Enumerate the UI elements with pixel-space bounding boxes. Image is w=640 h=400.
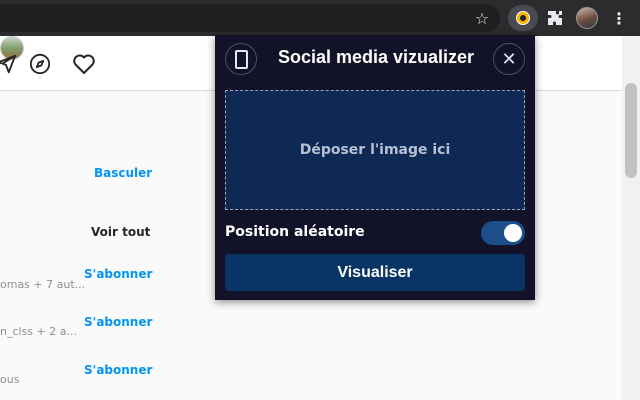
scrollbar-thumb[interactable] [625,83,637,178]
eye-icon [516,11,530,25]
avatar [576,7,598,29]
suggestion-subtitle: n_clss + 2 a... [0,325,77,338]
follow-button[interactable]: S'abonner [84,315,152,329]
follow-button[interactable]: S'abonner [84,363,152,377]
heart-icon[interactable] [72,52,96,76]
puzzle-icon[interactable] [542,5,568,31]
see-all-link[interactable]: Voir tout [91,225,150,239]
random-position-toggle[interactable] [481,221,525,245]
switch-account-link[interactable]: Basculer [94,166,152,180]
dropzone-label: Déposer l'image ici [299,142,451,158]
suggestion-subtitle: ous [0,373,20,386]
random-position-label: Position aléatoire [225,224,365,240]
close-icon: ✕ [501,48,517,70]
follow-button[interactable]: S'abonner [84,267,152,281]
send-icon[interactable] [0,52,18,76]
compass-shape [29,53,51,75]
browser-toolbar: ☆ ⋮ [0,0,640,36]
compass-icon[interactable] [28,52,52,76]
phone-icon [234,49,248,69]
extension-eye-icon[interactable] [508,5,538,31]
address-bar[interactable] [0,4,500,32]
browser-profile-avatar[interactable] [574,5,600,31]
image-dropzone[interactable]: Déposer l'image ici [225,90,525,210]
toggle-knob [504,224,522,242]
menu-dots-icon[interactable]: ⋮ [606,5,632,31]
phone-preview-button[interactable] [225,43,257,75]
puzzle-shape [548,11,562,25]
heart-shape [73,54,95,74]
extension-popup: Social media vizualizer ✕ Déposer l'imag… [215,35,535,300]
page-scrollbar[interactable] [622,36,640,400]
suggestion-subtitle: omas + 7 aut... [0,278,86,291]
close-button[interactable]: ✕ [493,43,525,75]
popup-title: Social media vizualizer [277,47,475,67]
send-shape [0,54,17,74]
star-icon[interactable]: ☆ [469,5,495,31]
visualize-button[interactable]: Visualiser [225,254,525,291]
